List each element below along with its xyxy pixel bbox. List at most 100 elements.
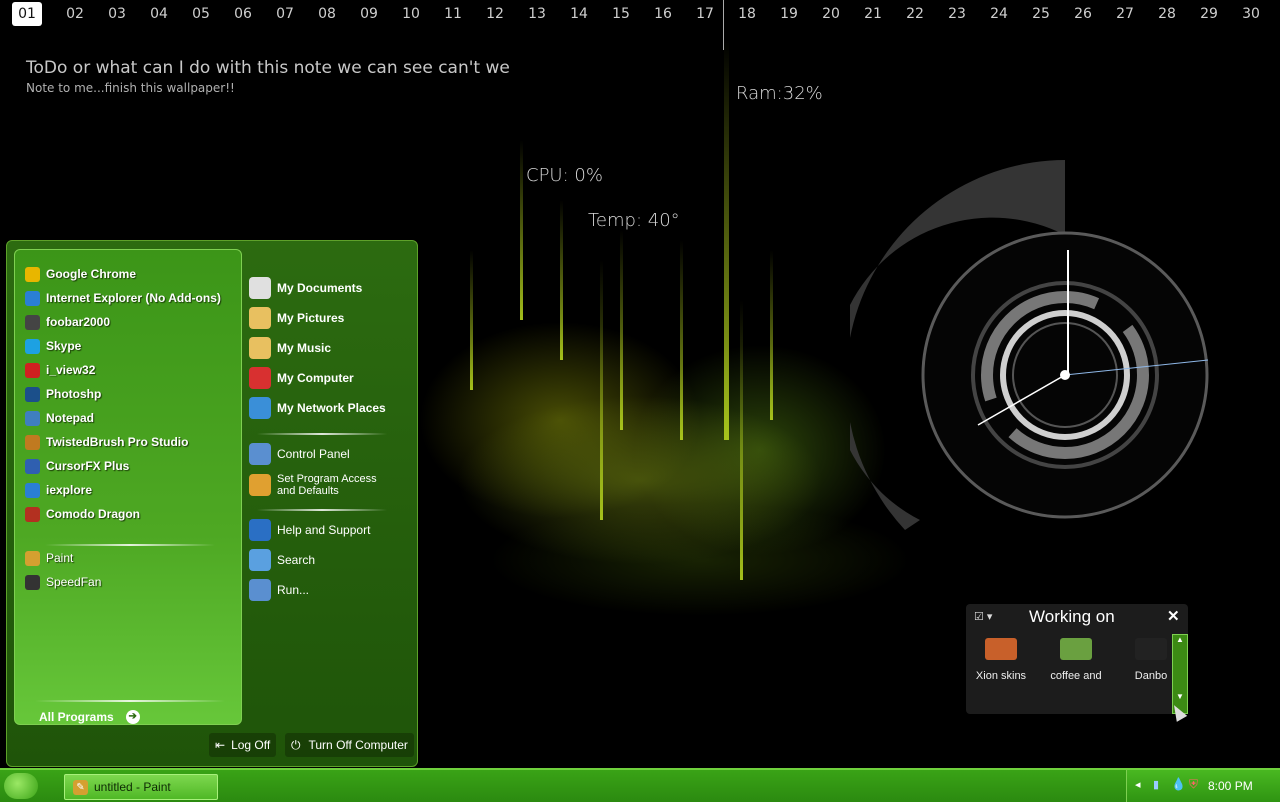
close-icon[interactable]: ✕ — [1167, 607, 1180, 625]
folder-item[interactable]: coffee and — [1041, 638, 1111, 682]
places-item[interactable]: My Pictures — [249, 307, 344, 329]
calendar-day[interactable]: 08 — [306, 2, 348, 26]
calendar-day[interactable]: 27 — [1104, 2, 1146, 26]
calendar-day[interactable]: 07 — [264, 2, 306, 26]
folder-icon — [985, 638, 1017, 660]
calendar-day[interactable]: 13 — [516, 2, 558, 26]
system-tray: ◂ ▮ 💧 ⛨ — [1126, 770, 1280, 802]
calendar-day[interactable]: 17 — [684, 2, 726, 26]
program-item[interactable]: Comodo Dragon — [25, 503, 140, 525]
calendar-day[interactable]: 19 — [768, 2, 810, 26]
folder-item[interactable]: Xion skins — [966, 638, 1036, 682]
calendar-day[interactable]: 16 — [642, 2, 684, 26]
places-label: Search — [277, 553, 316, 567]
calendar-day[interactable]: 09 — [348, 2, 390, 26]
wallpaper-streak — [740, 300, 743, 580]
program-item[interactable]: Photoshp — [25, 383, 101, 405]
calendar-day[interactable]: 11 — [432, 2, 474, 26]
comodo-icon — [25, 506, 40, 522]
scroll-up-icon[interactable]: ▲ — [1173, 635, 1187, 644]
program-label: Internet Explorer (No Add-ons) — [46, 291, 221, 305]
folder-icon — [1060, 638, 1092, 660]
calendar-day[interactable]: 29 — [1188, 2, 1230, 26]
all-programs-button[interactable]: All Programs ➔ — [39, 710, 140, 724]
calendar-day[interactable]: 15 — [600, 2, 642, 26]
separator — [35, 700, 225, 702]
calendar-day[interactable]: 18 — [726, 2, 768, 26]
calendar-day[interactable]: 06 — [222, 2, 264, 26]
places-label: My Music — [277, 341, 332, 355]
iexplore-icon — [25, 482, 40, 498]
calendar-day[interactable]: 14 — [558, 2, 600, 26]
ram-meter: Ram:32% — [736, 83, 823, 104]
turn-off-label: Turn Off Computer — [308, 738, 408, 752]
chrome-icon — [25, 266, 40, 282]
taskbar-item-paint[interactable]: ✎ untitled - Paint — [64, 774, 218, 800]
places-item[interactable]: My Network Places — [249, 397, 386, 419]
widget-scrollbar[interactable]: ▲ ▼ — [1172, 634, 1188, 714]
program-item[interactable]: SpeedFan — [25, 571, 101, 593]
program-label: Notepad — [46, 411, 94, 425]
places-item[interactable]: Search — [249, 549, 315, 571]
tray-shield-icon[interactable]: ⛨ — [1189, 777, 1198, 792]
calendar-day[interactable]: 05 — [180, 2, 222, 26]
places-item[interactable]: Control Panel — [249, 443, 350, 465]
calendar-day[interactable]: 25 — [1020, 2, 1062, 26]
taskbar: ✎ untitled - Paint ◂ ▮ 💧 ⛨ 8:00 PM — [0, 768, 1280, 802]
scroll-down-icon[interactable]: ▼ — [1173, 692, 1187, 701]
program-item[interactable]: foobar2000 — [25, 311, 110, 333]
internet-explorer-icon — [25, 290, 40, 306]
places-item[interactable]: My Computer — [249, 367, 354, 389]
places-item[interactable]: Run... — [249, 579, 309, 601]
calendar-day[interactable]: 12 — [474, 2, 516, 26]
places-item[interactable]: My Music — [249, 337, 331, 359]
program-item[interactable]: Paint — [25, 547, 73, 569]
wallpaper-streak — [600, 260, 603, 520]
taskbar-clock[interactable]: 8:00 PM — [1208, 779, 1253, 793]
program-item[interactable]: i_view32 — [25, 359, 95, 381]
turn-off-button[interactable]: ⏻ Turn Off Computer — [285, 733, 414, 757]
calendar-day[interactable]: 01 — [12, 2, 42, 26]
checklist-menu-icon[interactable]: ☑ ▾ — [974, 610, 992, 623]
calendar-day[interactable]: 22 — [894, 2, 936, 26]
tray-drop-icon[interactable]: 💧 — [1171, 777, 1186, 791]
calendar-day[interactable]: 26 — [1062, 2, 1104, 26]
places-item[interactable]: Help and Support — [249, 519, 370, 541]
program-item[interactable]: iexplore — [25, 479, 92, 501]
program-access-icon — [249, 474, 271, 496]
calendar-day[interactable]: 03 — [96, 2, 138, 26]
program-item[interactable]: Notepad — [25, 407, 94, 429]
log-off-button[interactable]: ⇤ Log Off — [209, 733, 277, 757]
wallpaper-streak — [520, 140, 523, 320]
calendar-day[interactable]: 02 — [54, 2, 96, 26]
calendar-day[interactable]: 23 — [936, 2, 978, 26]
calendar-day[interactable]: 21 — [852, 2, 894, 26]
calendar-day[interactable]: 10 — [390, 2, 432, 26]
calendar-day[interactable]: 28 — [1146, 2, 1188, 26]
program-label: Comodo Dragon — [46, 507, 140, 521]
arrow-right-icon: ➔ — [125, 710, 140, 724]
wallpaper-streak — [680, 240, 683, 440]
program-item[interactable]: Internet Explorer (No Add-ons) — [25, 287, 221, 309]
program-item[interactable]: Skype — [25, 335, 81, 357]
calendar-day[interactable]: 24 — [978, 2, 1020, 26]
start-button[interactable] — [4, 773, 38, 799]
tray-arrow-icon[interactable]: ◂ — [1135, 778, 1141, 791]
log-off-icon: ⇤ — [215, 738, 226, 752]
program-item[interactable]: Google Chrome — [25, 263, 136, 285]
program-item[interactable]: TwistedBrush Pro Studio — [25, 431, 188, 453]
calendar-day[interactable]: 04 — [138, 2, 180, 26]
note-subtitle: Note to me...finish this wallpaper!! — [26, 81, 235, 95]
places-item[interactable]: Set Program Access and Defaults — [249, 473, 387, 497]
help-icon — [249, 519, 271, 541]
clock-center — [1060, 370, 1070, 380]
program-item[interactable]: CursorFX Plus — [25, 455, 129, 477]
calendar-day[interactable]: 30 — [1230, 2, 1272, 26]
places-item[interactable]: My Documents — [249, 277, 362, 299]
note-title: ToDo or what can I do with this note we … — [26, 58, 510, 78]
start-menu-programs-pane: All Programs ➔ Google Chrome Internet Exp… — [14, 249, 242, 725]
calendar-day[interactable]: 20 — [810, 2, 852, 26]
tray-network-icon[interactable]: ▮ — [1153, 778, 1159, 791]
program-label: Photoshp — [46, 387, 102, 401]
foobar-icon — [25, 314, 40, 330]
